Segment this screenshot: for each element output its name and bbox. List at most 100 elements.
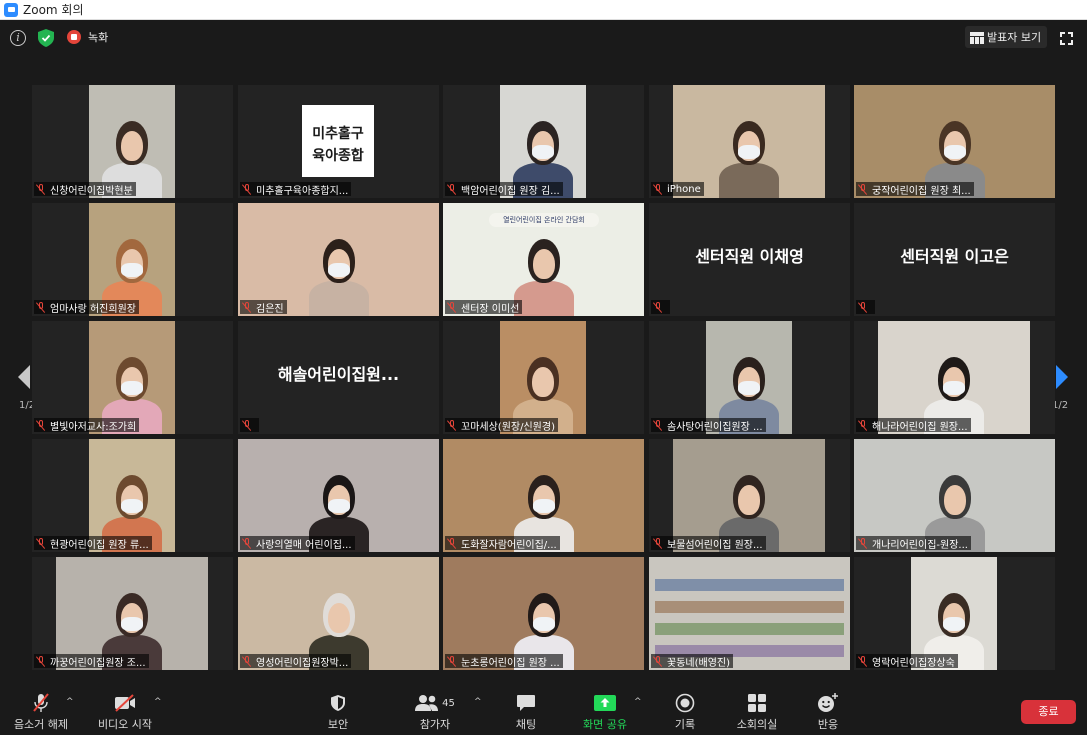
- participants-label: 참가자: [419, 718, 451, 731]
- security-label: 보안: [327, 718, 349, 731]
- participant-name-tag: 도화잘자람어린이집/...: [445, 536, 560, 550]
- muted-mic-icon: [35, 655, 46, 667]
- participant-name-tag: 솜사탕어린이집원장 ...: [651, 418, 766, 432]
- recording-icon: [67, 30, 81, 44]
- participant-name-tag: 영락어린이집장상숙: [856, 654, 958, 668]
- meeting-topbar: i 녹화 발표자 보기: [0, 20, 1087, 56]
- participant-tile[interactable]: 엄마사랑 허진희원장: [32, 203, 233, 316]
- participant-tile[interactable]: 도화잘자람어린이집/...: [443, 439, 644, 552]
- reactions-button[interactable]: 반응: [808, 693, 848, 733]
- participant-tile[interactable]: 꽃동네(배영진): [649, 557, 850, 670]
- fullscreen-icon[interactable]: [1060, 32, 1073, 45]
- meeting-banner: 열린어린이집 온라인 간담회: [489, 213, 599, 227]
- participant-name-tag: [651, 300, 670, 314]
- participant-name: iPhone: [667, 183, 701, 195]
- participant-tile[interactable]: 백암어린이집 원장 김...: [443, 85, 644, 198]
- participant-body: [513, 281, 574, 316]
- participant-tile[interactable]: 열린어린이집 온라인 간담회센터장 이미선: [443, 203, 644, 316]
- participant-tile[interactable]: 미추홀구 육아종합 미추홀구육아종합지...: [238, 85, 439, 198]
- window-titlebar: Zoom 회의: [0, 0, 1087, 20]
- bookshelf-row: [655, 623, 844, 635]
- participant-tile[interactable]: 현광어린이집 원장 류...: [32, 439, 233, 552]
- participant-name-tag: 꽃동네(배영진): [651, 654, 734, 669]
- face-mask: [532, 499, 555, 513]
- participant-name: 현광어린이집 원장 류...: [50, 539, 149, 551]
- face-mask: [327, 499, 350, 513]
- recording-indicator[interactable]: 녹화: [67, 29, 108, 45]
- participant-tile[interactable]: 보물섬어린이집 원장...: [649, 439, 850, 552]
- participant-tile[interactable]: 센터직원 이채영: [649, 203, 850, 316]
- participant-tile[interactable]: 해솔어린이집원...: [238, 321, 439, 434]
- participant-tile[interactable]: 영락어린이집장상숙: [854, 557, 1055, 670]
- participant-name-tag: 엄마사랑 허진희원장: [34, 300, 139, 314]
- participant-display-name: 해솔어린이집원...: [277, 365, 400, 384]
- participant-name-tag: 꼬마세상(원장/신원경): [445, 418, 558, 432]
- breakout-rooms-label: 소회의실: [736, 718, 778, 731]
- gallery-view: 1/2 1/2 신창어린이집박현분 미추홀구 육아종합 미추홀구육아종합지... 백암어…: [0, 56, 1087, 683]
- video-options-caret-icon[interactable]: ^: [154, 697, 162, 707]
- participant-face: [738, 485, 760, 515]
- start-video-button[interactable]: 비디오 시작: [96, 693, 154, 733]
- participant-body: [308, 281, 369, 316]
- participant-tile[interactable]: 별빛아저교사:조가희: [32, 321, 233, 434]
- participant-name-tag: 눈초롱어린이집 원장 ...: [445, 654, 563, 668]
- participant-tile[interactable]: 개나리어린이집-원장...: [854, 439, 1055, 552]
- participant-tile[interactable]: 신창어린이집박현분: [32, 85, 233, 198]
- participant-name-tag: 센터장 이미선: [445, 300, 523, 314]
- face-mask: [738, 145, 760, 159]
- participant-name: 꽃동네(배영진): [667, 657, 731, 669]
- meeting-toolbar: 음소거 해제 ^ 비디오 시작 ^ 보안 45 참가자 ^ 채팅 화면 공유 ^…: [0, 683, 1087, 735]
- participant-tile[interactable]: 눈초롱어린이집 원장 ...: [443, 557, 644, 670]
- previous-page-arrow-icon[interactable]: [14, 362, 34, 392]
- participants-button[interactable]: 45 참가자: [410, 693, 460, 733]
- share-screen-button[interactable]: 화면 공유: [578, 693, 632, 733]
- participant-tile[interactable]: 사랑의열매 어린이집...: [238, 439, 439, 552]
- participant-name-tag: 백암어린이집 원장 김...: [445, 182, 563, 196]
- bookshelf-row: [655, 579, 844, 591]
- microphone-muted-icon: [33, 693, 49, 712]
- record-button[interactable]: 기록: [665, 693, 705, 733]
- participant-tile[interactable]: 궁작어린이집 원장 최...: [854, 85, 1055, 198]
- participant-name: 꼬마세상(원장/신원경): [461, 421, 555, 433]
- participant-tile[interactable]: iPhone: [649, 85, 850, 198]
- muted-mic-icon: [652, 183, 663, 195]
- participant-tile[interactable]: 김은진: [238, 203, 439, 316]
- start-video-label: 비디오 시작: [97, 718, 153, 731]
- end-meeting-button[interactable]: 종료: [1021, 700, 1076, 724]
- next-page-arrow-icon[interactable]: [1052, 362, 1072, 392]
- unmute-button[interactable]: 음소거 해제: [12, 693, 70, 733]
- participant-name: 개나리어린이집-원장...: [872, 539, 968, 551]
- muted-mic-icon: [35, 183, 46, 195]
- face-mask: [327, 263, 350, 277]
- participant-name-tag: 현광어린이집 원장 류...: [34, 536, 152, 550]
- audio-options-caret-icon[interactable]: ^: [66, 697, 74, 707]
- share-options-caret-icon[interactable]: ^: [634, 697, 642, 707]
- participant-face: [327, 603, 350, 633]
- participants-options-caret-icon[interactable]: ^: [474, 697, 482, 707]
- breakout-rooms-button[interactable]: 소회의실: [730, 693, 784, 733]
- chat-label: 채팅: [515, 718, 537, 731]
- speaker-view-button[interactable]: 발표자 보기: [965, 26, 1048, 48]
- participant-name-tag: 사랑의열매 어린이집...: [240, 536, 355, 550]
- participant-tile[interactable]: 꼬마세상(원장/신원경): [443, 321, 644, 434]
- participant-tile[interactable]: 센터직원 이고은: [854, 203, 1055, 316]
- encryption-shield-icon[interactable]: [38, 29, 54, 47]
- security-button[interactable]: 보안: [318, 693, 358, 733]
- info-icon[interactable]: i: [10, 30, 26, 46]
- share-screen-icon: [594, 695, 616, 711]
- window-title: Zoom 회의: [23, 3, 84, 17]
- muted-mic-icon: [35, 419, 46, 431]
- organization-logo: 미추홀구 육아종합: [302, 105, 374, 177]
- participant-tile[interactable]: 까꿍어린이집원장 조...: [32, 557, 233, 670]
- record-icon: [675, 693, 695, 713]
- participant-name-tag: 궁작어린이집 원장 최...: [856, 182, 974, 196]
- face-mask: [943, 381, 965, 395]
- muted-mic-icon: [35, 301, 46, 313]
- face-mask: [943, 617, 965, 631]
- chat-button[interactable]: 채팅: [506, 693, 546, 733]
- participant-tile[interactable]: 영성어린이집원장박...: [238, 557, 439, 670]
- participant-name-tag: [240, 418, 259, 432]
- participant-tile[interactable]: 해나라어린이집 원장...: [854, 321, 1055, 434]
- video-off-icon: [115, 694, 135, 712]
- participant-tile[interactable]: 솜사탕어린이집원장 ...: [649, 321, 850, 434]
